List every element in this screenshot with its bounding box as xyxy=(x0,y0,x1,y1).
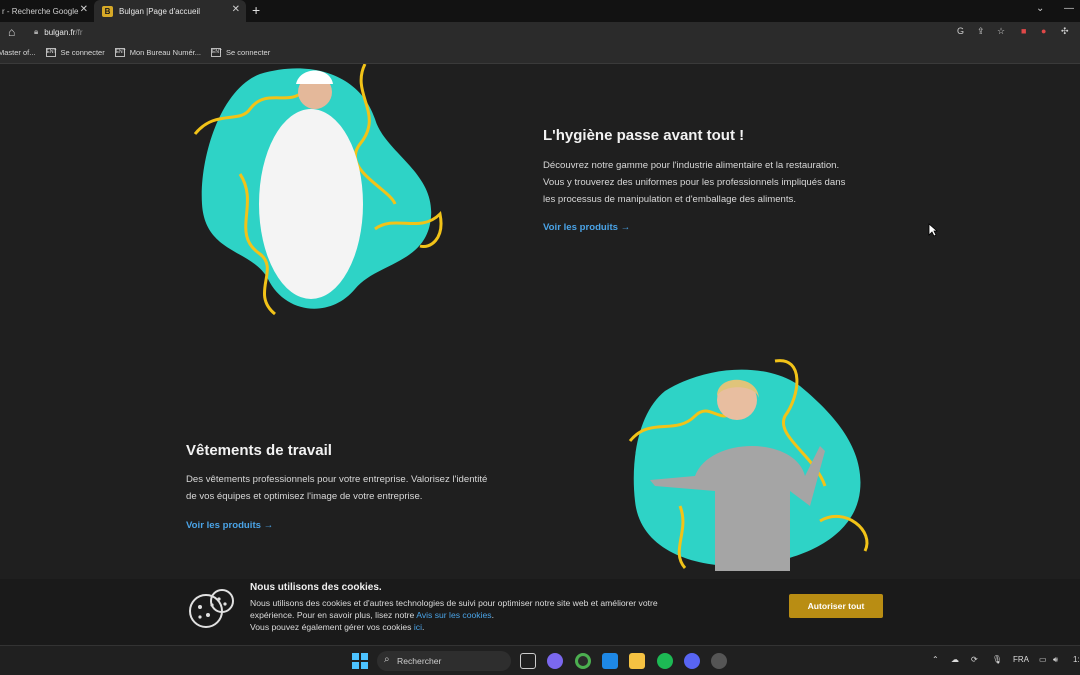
new-tab-button[interactable]: + xyxy=(252,2,260,18)
abp-extension-icon[interactable]: ■ xyxy=(1021,26,1026,36)
hygiene-description: Découvrez notre gamme pour l'industrie a… xyxy=(543,160,846,205)
tab-label: Bulgan |Page d'accueil xyxy=(119,6,200,16)
file-explorer-icon[interactable] xyxy=(629,653,645,669)
mail-icon[interactable] xyxy=(602,653,618,669)
chrome-icon[interactable] xyxy=(575,653,591,669)
minimize-icon[interactable]: — xyxy=(1064,3,1074,14)
discord-icon[interactable] xyxy=(684,653,700,669)
address-path: /fr xyxy=(75,27,83,37)
tab-label: r - Recherche Google xyxy=(2,6,79,16)
workwear-title: Vêtements de travail xyxy=(186,442,332,459)
ent-icon: ENT xyxy=(114,48,126,57)
search-icon: ⌕ xyxy=(384,654,390,665)
chevron-up-icon[interactable]: ⌃ xyxy=(932,655,939,664)
network-icon[interactable]: ▭ xyxy=(1039,655,1047,664)
hygiene-products-link[interactable]: Voir les produits → xyxy=(543,222,630,233)
clock[interactable]: 1: xyxy=(1073,655,1080,664)
app-icon[interactable] xyxy=(711,653,727,669)
home-icon[interactable]: ⌂ xyxy=(8,25,15,39)
close-icon[interactable]: ✕ xyxy=(232,4,240,15)
manage-cookies-link[interactable]: ici xyxy=(414,622,422,632)
page-content: L'hygiène passe avant tout ! Découvrez n… xyxy=(0,64,1080,645)
sync-icon[interactable]: ⟳ xyxy=(971,655,978,664)
spotify-icon[interactable] xyxy=(657,653,673,669)
task-view-icon[interactable] xyxy=(520,653,536,669)
cookie-title: Nous utilisons des cookies. xyxy=(250,582,382,593)
cookie-banner: Nous utilisons des cookies. Nous utiliso… xyxy=(0,579,1080,645)
browser-tab-bar: r - Recherche Google ✕ B Bulgan |Page d'… xyxy=(0,0,1080,22)
tab-bulgan[interactable]: B Bulgan |Page d'accueil ✕ xyxy=(94,0,246,22)
tab-google-search[interactable]: r - Recherche Google ✕ xyxy=(0,0,94,22)
microphone-icon[interactable]: 🎙︎ xyxy=(992,655,1002,664)
taskbar-search[interactable]: ⌕ Rechercher xyxy=(377,651,511,671)
hygiene-illustration xyxy=(193,64,443,316)
bulgan-favicon-icon: B xyxy=(102,5,113,17)
cookie-notice-link[interactable]: Avis sur les cookies xyxy=(416,610,491,620)
bookmark-master[interactable]: Master of... xyxy=(0,48,36,57)
accept-all-cookies-button[interactable]: Autoriser tout xyxy=(789,594,883,618)
share-icon[interactable]: ⇪ xyxy=(977,26,985,37)
windows-taskbar: ⌕ Rechercher ⌃ ☁ ⟳ 🎙︎ FRA ▭ 🔊︎ 1: xyxy=(0,645,1080,675)
mouse-cursor-icon xyxy=(928,223,938,237)
bookmark-se-connecter-2[interactable]: ENT Se connecter xyxy=(211,48,270,57)
language-indicator[interactable]: FRA xyxy=(1013,655,1029,664)
windows-start-icon[interactable] xyxy=(352,653,368,669)
workwear-illustration xyxy=(628,359,869,571)
bookmark-bureau-numerique[interactable]: ENT Mon Bureau Numér... xyxy=(114,48,201,57)
cookie-text: Nous utilisons des cookies et d'autres t… xyxy=(250,598,658,632)
extension-icon[interactable]: ● xyxy=(1041,26,1046,36)
hygiene-title: L'hygiène passe avant tout ! xyxy=(543,127,745,144)
lock-icon[interactable]: 🔒︎ xyxy=(34,27,38,37)
bookmarks-bar: Master of... ENT Se connecter ENT Mon Bure… xyxy=(0,42,1080,64)
address-bar[interactable]: 🔒︎ bulgan.fr/fr xyxy=(28,24,948,40)
star-icon[interactable]: ☆ xyxy=(997,26,1005,37)
puzzle-icon[interactable]: ✣ xyxy=(1061,26,1069,37)
ent-icon: ENT xyxy=(211,48,223,57)
white-coat-figure xyxy=(259,109,363,299)
workwear-products-link[interactable]: Voir les produits → xyxy=(186,520,273,531)
google-icon[interactable]: G xyxy=(957,26,964,36)
workwear-description: Des vêtements professionnels pour votre … xyxy=(186,474,488,502)
speaker-icon[interactable]: 🔊︎ xyxy=(1053,655,1058,665)
close-icon[interactable]: ✕ xyxy=(80,4,88,15)
cookie-icon xyxy=(189,589,234,628)
bookmark-se-connecter-1[interactable]: ENT Se connecter xyxy=(45,48,105,57)
browser-toolbar: ⌂ 🔒︎ bulgan.fr/fr G ⇪ ☆ ■ ● ✣ xyxy=(0,22,1080,42)
address-host: bulgan.fr xyxy=(44,27,76,37)
ent-icon: ENT xyxy=(45,48,57,57)
chevron-down-icon[interactable]: ⌄ xyxy=(1036,3,1044,14)
cloud-icon[interactable]: ☁ xyxy=(951,655,959,664)
teams-icon[interactable] xyxy=(547,653,563,669)
